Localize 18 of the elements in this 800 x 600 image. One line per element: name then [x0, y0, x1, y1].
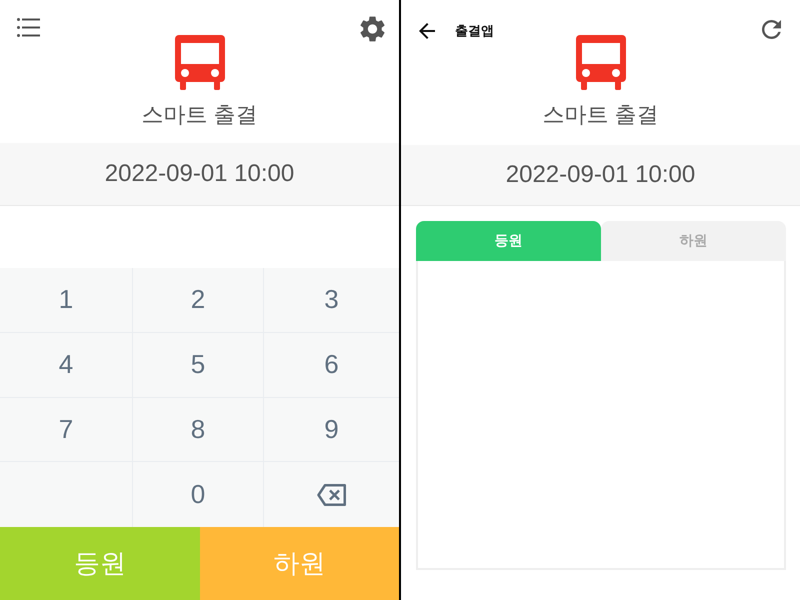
bus-icon	[576, 35, 626, 90]
menu-icon[interactable]	[17, 18, 40, 37]
datetime-text: 2022-09-01 10:00	[506, 161, 696, 189]
header-title: 출결앱	[455, 22, 494, 40]
back-arrow-icon[interactable]	[419, 23, 435, 39]
bus-icon	[174, 35, 224, 90]
keypad-key[interactable]: 5	[133, 332, 264, 398]
keypad-key[interactable]: 2	[133, 268, 264, 333]
keypad-key[interactable]: 8	[133, 398, 264, 462]
app-title: 스마트 출결	[542, 101, 659, 129]
keypad-key[interactable]: 1	[0, 268, 133, 333]
app-title: 스마트 출결	[141, 101, 258, 129]
datetime-text: 2022-09-01 10:00	[104, 160, 294, 188]
keypad-key[interactable]: 4	[0, 332, 133, 398]
refresh-icon[interactable]	[762, 20, 781, 39]
backspace-icon	[317, 484, 346, 506]
keypad-key[interactable]: 7	[0, 398, 133, 462]
settings-icon[interactable]	[360, 16, 385, 42]
